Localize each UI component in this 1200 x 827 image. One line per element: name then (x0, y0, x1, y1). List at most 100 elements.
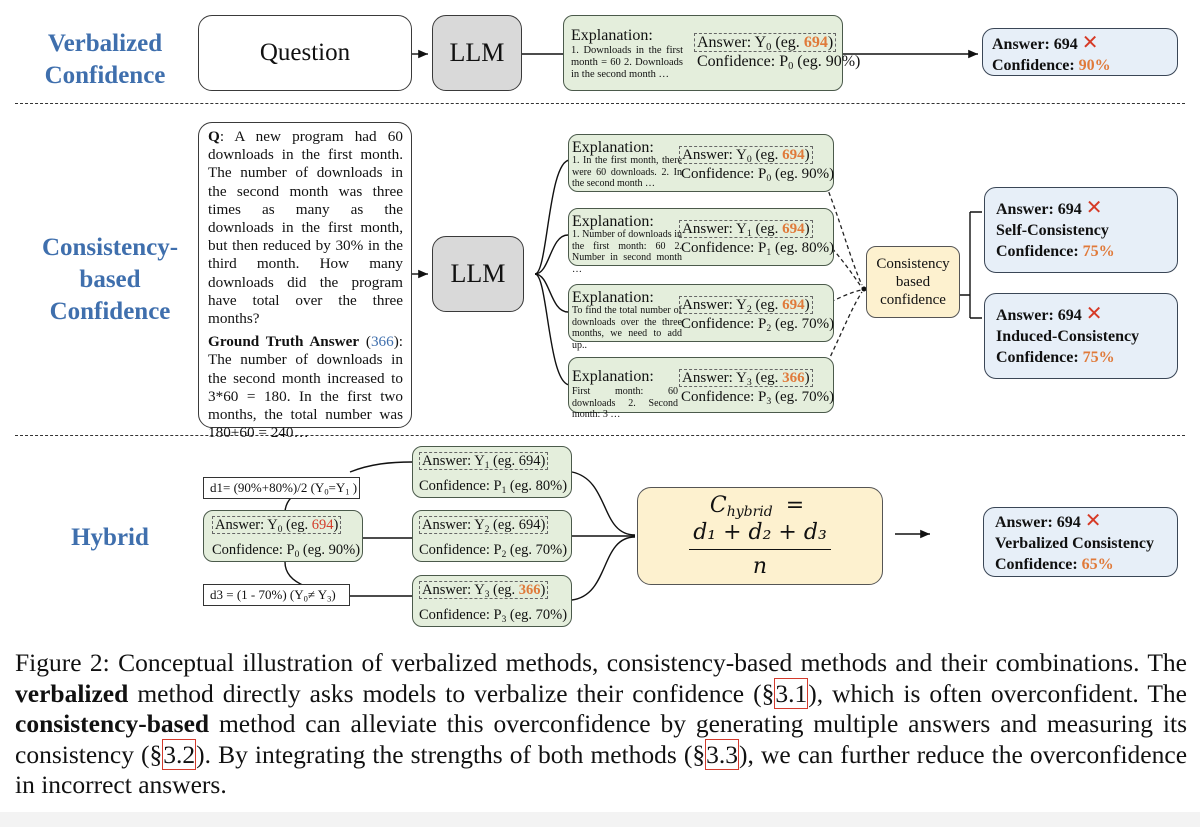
label-line: Confidence (49, 298, 171, 325)
answer-close: ) (804, 297, 810, 313)
label-line: Hybrid (71, 524, 149, 551)
answer-eg: (eg. (751, 221, 783, 237)
x-mark-icon: ✕ (1085, 195, 1103, 219)
sample-explanation-box: Explanation: 1. Number of downloads in th… (568, 208, 834, 275)
d1-formula-box: d1= (90%+80%)/2 (Y0=Y1 ) (203, 477, 360, 499)
explanation-box: Explanation: 1. Downloads in the first m… (563, 15, 860, 91)
formula-denominator: n (752, 554, 768, 580)
result-confidence: Confidence: 65% (995, 554, 1177, 575)
question-text: Q: A new program had 60 downloads in the… (208, 128, 403, 328)
answer-close: ) (540, 517, 546, 533)
result-confidence-label: Confidence: (992, 57, 1075, 74)
answer-value: 694 (782, 297, 805, 313)
result-method: Self-Consistency (996, 222, 1109, 239)
answer-eg: (eg. (489, 582, 519, 598)
link-d1-to-y1 (349, 461, 413, 473)
explanation-body: First month: 60 downloads 2. Second mont… (572, 386, 678, 420)
answer-eg: (eg. (751, 370, 783, 386)
label-line: Verbalized (47, 30, 163, 57)
answer-close: ) (804, 370, 810, 386)
answer-dashed-box: Answer: Y3 (eg. 366) (679, 369, 813, 388)
caption-text: Figure 2: Conceptual illustration of ver… (15, 648, 1187, 677)
answer-prefix: Answer: Y (682, 221, 747, 237)
result-box-verbalized-consistency: Answer: 694 ✕ Verbalized Consistency Con… (983, 507, 1178, 577)
conf-prefix: Confidence: P (681, 240, 767, 256)
result-confidence-value: 90% (1078, 57, 1111, 74)
answer-close: ) (540, 453, 546, 469)
answer-prefix: Answer: Y (682, 297, 747, 313)
answer-prefix: Answer: Y (422, 582, 485, 598)
gt-close: ): (393, 333, 403, 351)
answer-line: Answer: Y2 (eg. 694) (419, 516, 571, 539)
conf-value: (eg. 90%) (299, 541, 361, 558)
llm-box: LLM (432, 236, 524, 312)
gt-label: Ground Truth Answer (208, 333, 360, 351)
answer-value: 694 (782, 147, 805, 163)
conf-value: (eg. 70%) (506, 541, 568, 558)
answer-close: ) (540, 582, 546, 598)
answer-close: ) (804, 147, 810, 163)
conf-value: (eg. 90%) (771, 166, 835, 182)
confidence-line: Confidence: P1 (eg. 80%) (419, 477, 571, 500)
result-confidence-label: Confidence: (995, 556, 1078, 573)
result-box-induced-consistency: Answer: 694 ✕ Induced-Consistency Confid… (984, 293, 1178, 379)
caption-text: ), which is often overconfident. The (808, 678, 1187, 708)
d3-text: ) (331, 587, 336, 602)
result-confidence: Confidence: 75% (996, 347, 1177, 368)
conf-prefix: Confidence: P (419, 477, 502, 494)
section-ref-link[interactable]: 3.2 (162, 738, 197, 770)
answer-eg: (eg. (751, 147, 783, 163)
q-label: Q (208, 128, 220, 145)
hybrid-sample-box: Answer: Y1 (eg. 694) Confidence: P1 (eg. … (412, 446, 572, 498)
branch-0 (534, 159, 571, 275)
aggregator-label: Consistency based confidence (876, 256, 950, 308)
consistency-aggregator-box: Consistency based confidence (866, 246, 960, 318)
conf-value: (eg. 70%) (506, 606, 568, 623)
answer-dashed-box: Answer: Y2 (eg. 694) (419, 516, 549, 535)
hybrid-sample-box: Answer: Y2 (eg. 694) Confidence: P2 (eg. … (412, 510, 572, 562)
section-label-hybrid: Hybrid (40, 522, 180, 554)
result-confidence-value: 75% (1082, 349, 1115, 366)
result-box-verbalized: Answer: 694 ✕ Confidence: 90% (982, 28, 1178, 76)
sample-explanation-box: Explanation: First month: 60 downloads 2.… (568, 357, 834, 420)
result-confidence: Confidence: 90% (992, 55, 1177, 76)
d1-text: =Y (328, 480, 346, 495)
result-confidence-label: Confidence: (996, 349, 1079, 366)
merge-3 (571, 536, 636, 601)
answer-value: 694 (311, 517, 334, 533)
hybrid-formula: Chybrid = d₁ + d₂ + d₃ n (638, 493, 882, 579)
sample-explanation-box: Explanation: To find the total number of … (568, 284, 834, 351)
branch-1 (534, 234, 569, 275)
formula-lhs-sub: hybrid (726, 504, 773, 521)
figure-caption: Figure 2: Conceptual illustration of ver… (15, 648, 1187, 801)
label-line: Confidence (44, 62, 166, 89)
answer-value: 366 (782, 370, 805, 386)
answer-eg: (eg. (751, 297, 783, 313)
section-ref-link[interactable]: 3.1 (774, 677, 809, 709)
result-method: Verbalized Consistency (995, 535, 1154, 552)
answer-prefix: Answer: Y (215, 517, 278, 533)
section-label-verbalized: Verbalized Confidence (20, 28, 190, 92)
explanation-title: Explanation: (571, 27, 653, 44)
gt-open: ( (359, 333, 371, 351)
result-box-self-consistency: Answer: 694 ✕ Self-Consistency Confidenc… (984, 187, 1178, 273)
conf-value: (eg. 80%) (771, 240, 835, 256)
section-ref-link[interactable]: 3.3 (705, 738, 740, 770)
d3-text: ≠ Y (307, 587, 328, 602)
formula-numerator: d₁ + d₂ + d₃ (689, 520, 831, 551)
explanation-body: 1. In the first month, there were 60 dow… (572, 155, 682, 189)
answer-eg: (eg. (489, 453, 519, 469)
formula-lhs: C (709, 492, 727, 518)
conf-prefix: Confidence: P (681, 166, 767, 182)
answer-dashed-box: Answer: Y1 (eg. 694) (419, 452, 549, 471)
answer-eg: (eg. (771, 34, 804, 51)
answer-close: ) (333, 517, 339, 533)
result-answer-label: Answer: 694 (996, 307, 1082, 324)
question-label: Question (259, 39, 351, 66)
caption-bold: consistency-based (15, 709, 210, 738)
answer-line: Answer: Y1 (eg. 694) (419, 452, 571, 475)
result-answer: Answer: 694 ✕ (996, 301, 1177, 326)
confidence-line: Confidence: P0 (eg. 90%) (212, 541, 362, 564)
x-mark-icon: ✕ (1085, 301, 1103, 325)
confidence-line: Confidence: P1 (eg. 80%) (681, 239, 834, 262)
